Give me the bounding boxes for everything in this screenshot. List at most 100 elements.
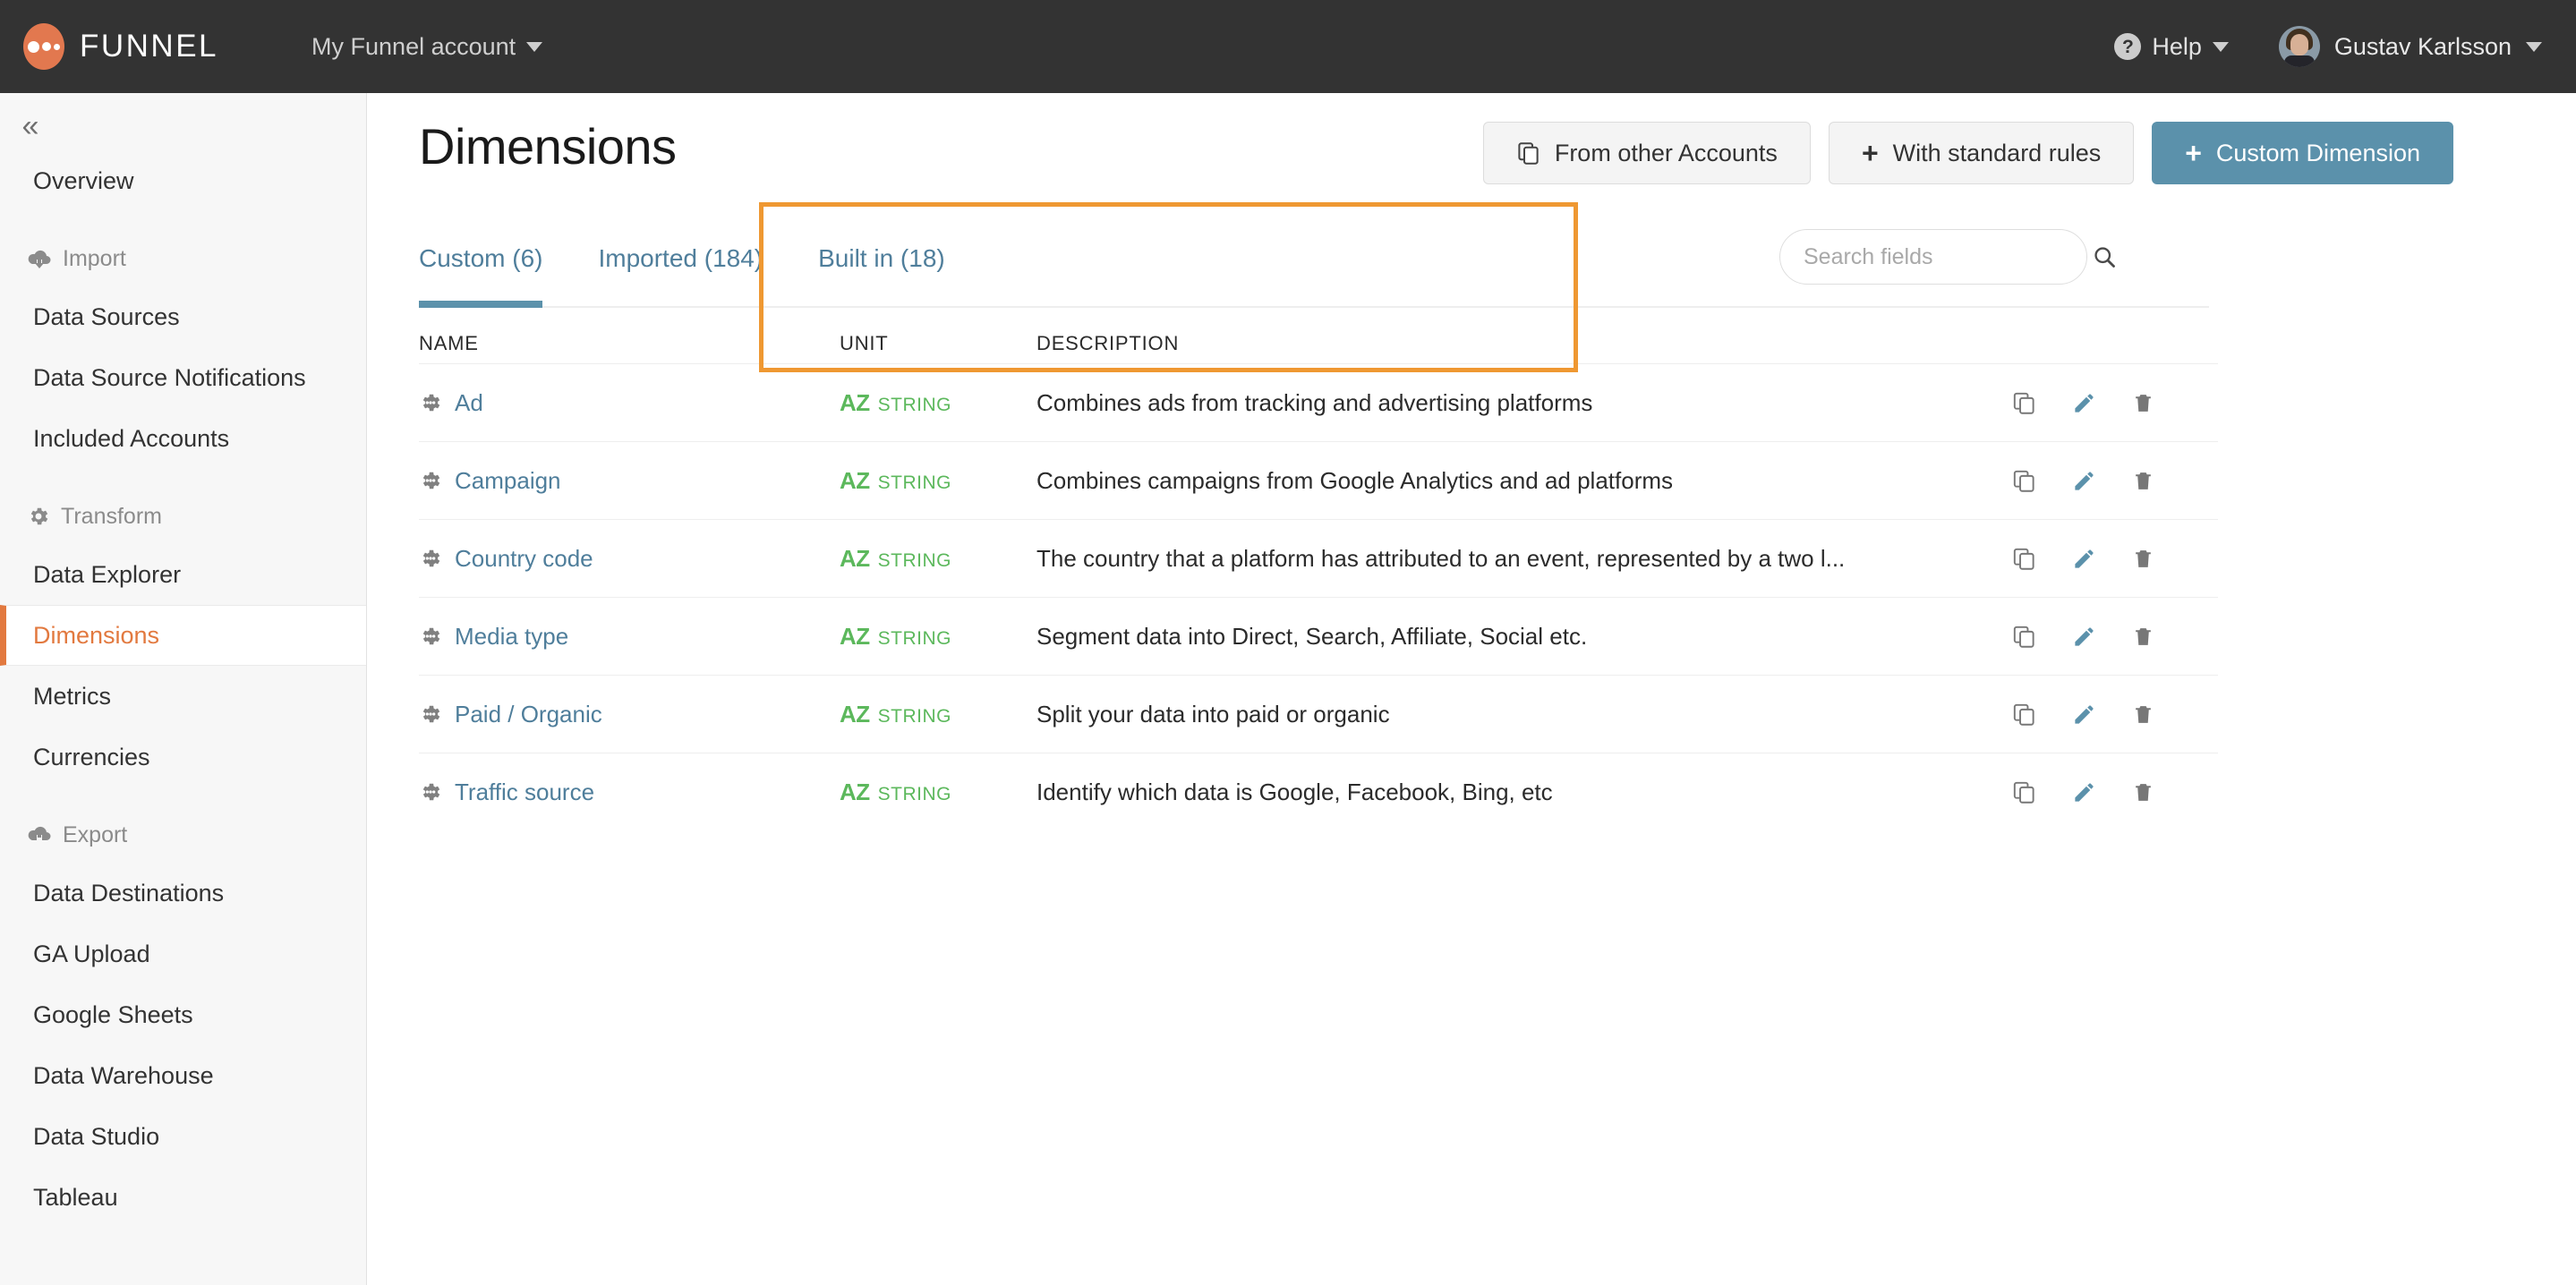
unit-az-badge: AZ xyxy=(840,622,870,650)
edit-row-button[interactable] xyxy=(2072,547,2096,571)
tab-imported[interactable]: Imported (184) xyxy=(598,211,763,306)
delete-row-button[interactable] xyxy=(2132,625,2154,649)
table-row[interactable]: Campaign AZ STRING Combines campaigns fr… xyxy=(419,441,2218,519)
button-label: With standard rules xyxy=(1892,139,2102,166)
column-header-unit: UNIT xyxy=(840,332,889,354)
custom-dimension-button[interactable]: + Custom Dimension xyxy=(2152,122,2453,184)
with-standard-rules-button[interactable]: + With standard rules xyxy=(1828,122,2135,184)
row-actions xyxy=(2012,780,2218,804)
sidebar-group-label: Transform xyxy=(61,503,162,529)
duplicate-row-button[interactable] xyxy=(2012,547,2036,571)
help-menu[interactable]: ? Help xyxy=(2114,33,2229,61)
edit-row-button[interactable] xyxy=(2072,469,2096,493)
delete-row-button[interactable] xyxy=(2132,469,2154,493)
account-switcher[interactable]: My Funnel account xyxy=(311,33,543,61)
row-name-link[interactable]: Ad xyxy=(455,389,483,417)
table-row[interactable]: Paid / Organic AZ STRING Split your data… xyxy=(419,675,2218,753)
button-label: Custom Dimension xyxy=(2215,139,2420,166)
table-row[interactable]: Country code AZ STRING The country that … xyxy=(419,519,2218,597)
sidebar-item-included-accounts[interactable]: Included Accounts xyxy=(0,408,366,469)
main-content: Dimensions From other Accounts + With st… xyxy=(368,93,2576,1285)
sidebar-item-data-destinations[interactable]: Data Destinations xyxy=(0,863,366,923)
tab-label: Imported (184) xyxy=(598,244,763,272)
sidebar-item-metrics[interactable]: Metrics xyxy=(0,666,366,727)
delete-row-button[interactable] xyxy=(2132,780,2154,804)
edit-row-button[interactable] xyxy=(2072,702,2096,727)
row-description: Combines ads from tracking and advertisi… xyxy=(1036,388,1593,416)
sidebar-item-label: Data Studio xyxy=(33,1122,160,1150)
sidebar-item-data-source-notifications[interactable]: Data Source Notifications xyxy=(0,347,366,408)
top-navigation-bar: FUNNEL My Funnel account ? Help Gustav K… xyxy=(0,0,2576,93)
row-name-link[interactable]: Media type xyxy=(455,623,568,651)
sidebar-collapse-button[interactable]: « xyxy=(9,107,52,150)
table-header-row: NAME UNIT DESCRIPTION xyxy=(419,308,2218,363)
row-actions xyxy=(2012,391,2218,415)
page-title: Dimensions xyxy=(419,118,677,174)
row-actions xyxy=(2012,702,2218,727)
duplicate-row-button[interactable] xyxy=(2012,702,2036,727)
custom-dimension-gear-icon xyxy=(419,702,442,726)
row-name-cell: Ad xyxy=(419,389,840,417)
row-name-cell: Traffic source xyxy=(419,779,840,806)
from-other-accounts-button[interactable]: From other Accounts xyxy=(1482,122,1811,184)
row-name-link[interactable]: Campaign xyxy=(455,467,561,495)
row-name-link[interactable]: Country code xyxy=(455,545,593,573)
sidebar-item-data-warehouse[interactable]: Data Warehouse xyxy=(0,1045,366,1106)
sidebar-item-dimensions[interactable]: Dimensions xyxy=(0,605,366,666)
delete-row-button[interactable] xyxy=(2132,547,2154,571)
sidebar-item-overview[interactable]: Overview xyxy=(0,150,366,211)
sidebar-item-data-sources[interactable]: Data Sources xyxy=(0,286,366,347)
table-row[interactable]: Ad AZ STRING Combines ads from tracking … xyxy=(419,363,2218,441)
unit-type-label: STRING xyxy=(877,705,952,727)
sidebar-item-ga-upload[interactable]: GA Upload xyxy=(0,923,366,984)
unit-type-label: STRING xyxy=(877,549,952,571)
tab-bar-area: Custom (6) Imported (184) Built in (18) xyxy=(368,202,2576,372)
custom-dimension-gear-icon xyxy=(419,391,442,414)
button-label: From other Accounts xyxy=(1554,139,1778,166)
sidebar-item-google-sheets[interactable]: Google Sheets xyxy=(0,984,366,1045)
tab-custom[interactable]: Custom (6) xyxy=(419,211,543,308)
sidebar-item-data-explorer[interactable]: Data Explorer xyxy=(0,544,366,605)
custom-dimension-gear-icon xyxy=(419,547,442,570)
sidebar-item-label: Google Sheets xyxy=(33,1000,193,1028)
table-row[interactable]: Traffic source AZ STRING Identify which … xyxy=(419,753,2218,830)
row-unit-cell: AZ STRING xyxy=(840,545,1036,573)
edit-row-button[interactable] xyxy=(2072,625,2096,649)
duplicate-row-button[interactable] xyxy=(2012,391,2036,415)
sidebar-item-currencies[interactable]: Currencies xyxy=(0,727,366,787)
unit-type-label: STRING xyxy=(877,472,952,493)
table-row[interactable]: Media type AZ STRING Segment data into D… xyxy=(419,597,2218,675)
duplicate-row-button[interactable] xyxy=(2012,625,2036,649)
sidebar-item-tableau[interactable]: Tableau xyxy=(0,1167,366,1228)
delete-row-button[interactable] xyxy=(2132,702,2154,727)
sidebar-group-label: Export xyxy=(63,821,128,847)
sidebar-item-label: Data Warehouse xyxy=(33,1061,214,1089)
search-field-container[interactable] xyxy=(1779,229,2115,285)
tab-label: Built in (18) xyxy=(818,244,945,272)
duplicate-row-button[interactable] xyxy=(2012,469,2036,493)
topbar-right-group: ? Help Gustav Karlsson xyxy=(2114,26,2542,67)
page-action-buttons: From other Accounts + With standard rule… xyxy=(1482,122,2453,184)
unit-az-badge: AZ xyxy=(840,700,870,728)
brand-logo[interactable]: FUNNEL xyxy=(23,23,218,70)
row-unit-cell: AZ STRING xyxy=(840,467,1036,495)
sidebar-item-label: Currencies xyxy=(33,743,150,770)
unit-az-badge: AZ xyxy=(840,388,870,416)
search-icon[interactable] xyxy=(2092,244,2117,269)
funnel-dots-logo-icon xyxy=(23,23,64,70)
sidebar-item-label: Tableau xyxy=(33,1183,118,1211)
search-input[interactable] xyxy=(1804,243,2092,270)
sidebar-item-label: Data Explorer xyxy=(33,560,182,588)
row-name-cell: Media type xyxy=(419,623,840,651)
edit-row-button[interactable] xyxy=(2072,391,2096,415)
row-name-link[interactable]: Traffic source xyxy=(455,779,594,806)
sidebar-item-data-studio[interactable]: Data Studio xyxy=(0,1106,366,1167)
tab-built-in[interactable]: Built in (18) xyxy=(818,211,945,306)
duplicate-row-button[interactable] xyxy=(2012,780,2036,804)
edit-row-button[interactable] xyxy=(2072,780,2096,804)
chevron-down-icon xyxy=(2526,41,2542,52)
delete-row-button[interactable] xyxy=(2132,391,2154,415)
sidebar-item-label: Included Accounts xyxy=(33,424,230,452)
user-menu[interactable]: Gustav Karlsson xyxy=(2278,26,2542,67)
row-name-link[interactable]: Paid / Organic xyxy=(455,701,602,728)
